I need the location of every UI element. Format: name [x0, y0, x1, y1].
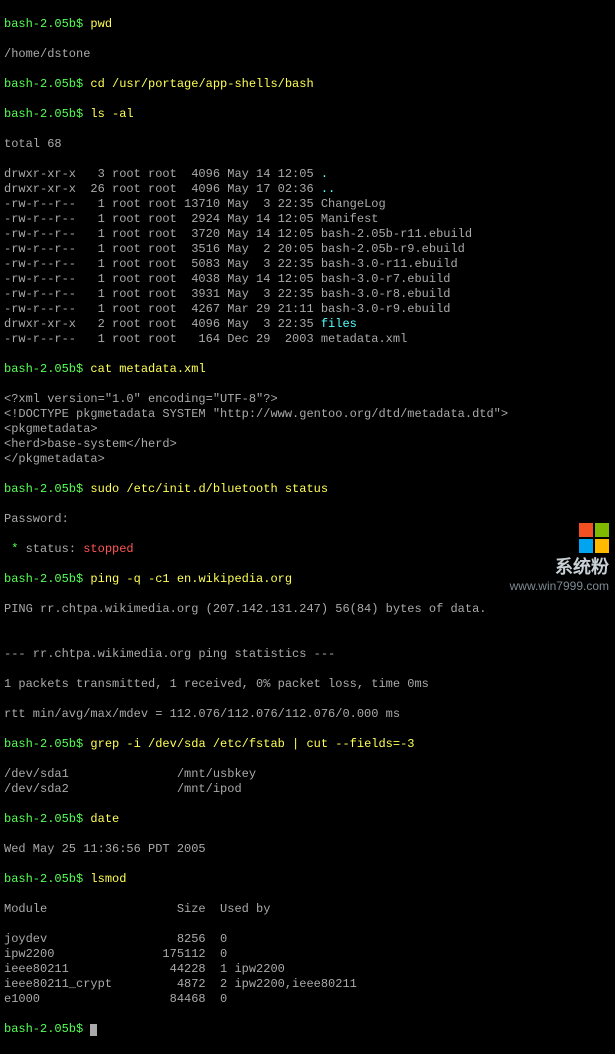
date-output: Wed May 25 11:36:56 PDT 2005: [4, 842, 611, 857]
grep-output: /dev/sda1 /mnt/usbkey/dev/sda2 /mnt/ipod: [4, 767, 611, 797]
cmd-ping: ping -q -c1 en.wikipedia.org: [90, 572, 292, 586]
cmd-sudo: sudo /etc/init.d/bluetooth status: [90, 482, 328, 496]
lsmod-row: ieee80211_crypt 4872 2 ipw2200,ieee80211: [4, 977, 611, 992]
ping-stats-2: rtt min/avg/max/mdev = 112.076/112.076/1…: [4, 707, 611, 722]
cursor: [90, 1024, 97, 1036]
ls-row: -rw-r--r-- 1 root root 164 Dec 29 2003 m…: [4, 332, 611, 347]
xml-line: <?xml version="1.0" encoding="UTF-8"?>: [4, 392, 611, 407]
watermark: 系统粉 www.win7999.com: [510, 523, 609, 593]
lsmod-output: joydev 8256 0ipw2200 175112 0ieee80211 4…: [4, 932, 611, 1007]
xml-line: <!DOCTYPE pkgmetadata SYSTEM "http://www…: [4, 407, 611, 422]
ls-row: drwxr-xr-x 3 root root 4096 May 14 12:05…: [4, 167, 611, 182]
cmd-grep: grep -i /dev/sda /etc/fstab | cut --fiel…: [90, 737, 414, 751]
ls-row: -rw-r--r-- 1 root root 5083 May 3 22:35 …: [4, 257, 611, 272]
ls-row: drwxr-xr-x 2 root root 4096 May 3 22:35 …: [4, 317, 611, 332]
xml-line: <herd>base-system</herd>: [4, 437, 611, 452]
lsmod-row: joydev 8256 0: [4, 932, 611, 947]
lsmod-row: e1000 84468 0: [4, 992, 611, 1007]
ls-row: drwxr-xr-x 26 root root 4096 May 17 02:3…: [4, 182, 611, 197]
ls-total: total 68: [4, 137, 611, 152]
windows-logo-icon: [579, 523, 609, 553]
ping-stats-1: 1 packets transmitted, 1 received, 0% pa…: [4, 677, 611, 692]
grep-line: /dev/sda2 /mnt/ipod: [4, 782, 611, 797]
lsmod-header: Module Size Used by: [4, 902, 611, 917]
xml-output: <?xml version="1.0" encoding="UTF-8"?><!…: [4, 392, 611, 467]
ls-row: -rw-r--r-- 1 root root 4038 May 14 12:05…: [4, 272, 611, 287]
ls-row: -rw-r--r-- 1 root root 2924 May 14 12:05…: [4, 212, 611, 227]
ls-row: -rw-r--r-- 1 root root 3931 May 3 22:35 …: [4, 287, 611, 302]
lsmod-row: ieee80211 44228 1 ipw2200: [4, 962, 611, 977]
ping-header: PING rr.chtpa.wikimedia.org (207.142.131…: [4, 602, 611, 617]
cmd-lsmod: lsmod: [90, 872, 126, 886]
lsmod-row: ipw2200 175112 0: [4, 947, 611, 962]
cmd-cat: cat metadata.xml: [90, 362, 205, 376]
watermark-title: 系统粉: [510, 557, 609, 579]
grep-line: /dev/sda1 /mnt/usbkey: [4, 767, 611, 782]
ping-stats-hdr: --- rr.chtpa.wikimedia.org ping statisti…: [4, 647, 611, 662]
watermark-url: www.win7999.com: [510, 579, 609, 593]
ls-row: -rw-r--r-- 1 root root 3516 May 2 20:05 …: [4, 242, 611, 257]
prompt: bash-2.05b$: [4, 17, 83, 31]
xml-line: </pkgmetadata>: [4, 452, 611, 467]
ls-output: drwxr-xr-x 3 root root 4096 May 14 12:05…: [4, 167, 611, 347]
ls-row: -rw-r--r-- 1 root root 3720 May 14 12:05…: [4, 227, 611, 242]
ls-row: -rw-r--r-- 1 root root 13710 May 3 22:35…: [4, 197, 611, 212]
cmd-date: date: [90, 812, 119, 826]
ls-row: -rw-r--r-- 1 root root 4267 Mar 29 21:11…: [4, 302, 611, 317]
cmd-cd: cd /usr/portage/app-shells/bash: [90, 77, 313, 91]
pwd-output: /home/dstone: [4, 47, 611, 62]
cmd-ls: ls -al: [90, 107, 133, 121]
cmd-pwd: pwd: [90, 17, 112, 31]
xml-line: <pkgmetadata>: [4, 422, 611, 437]
